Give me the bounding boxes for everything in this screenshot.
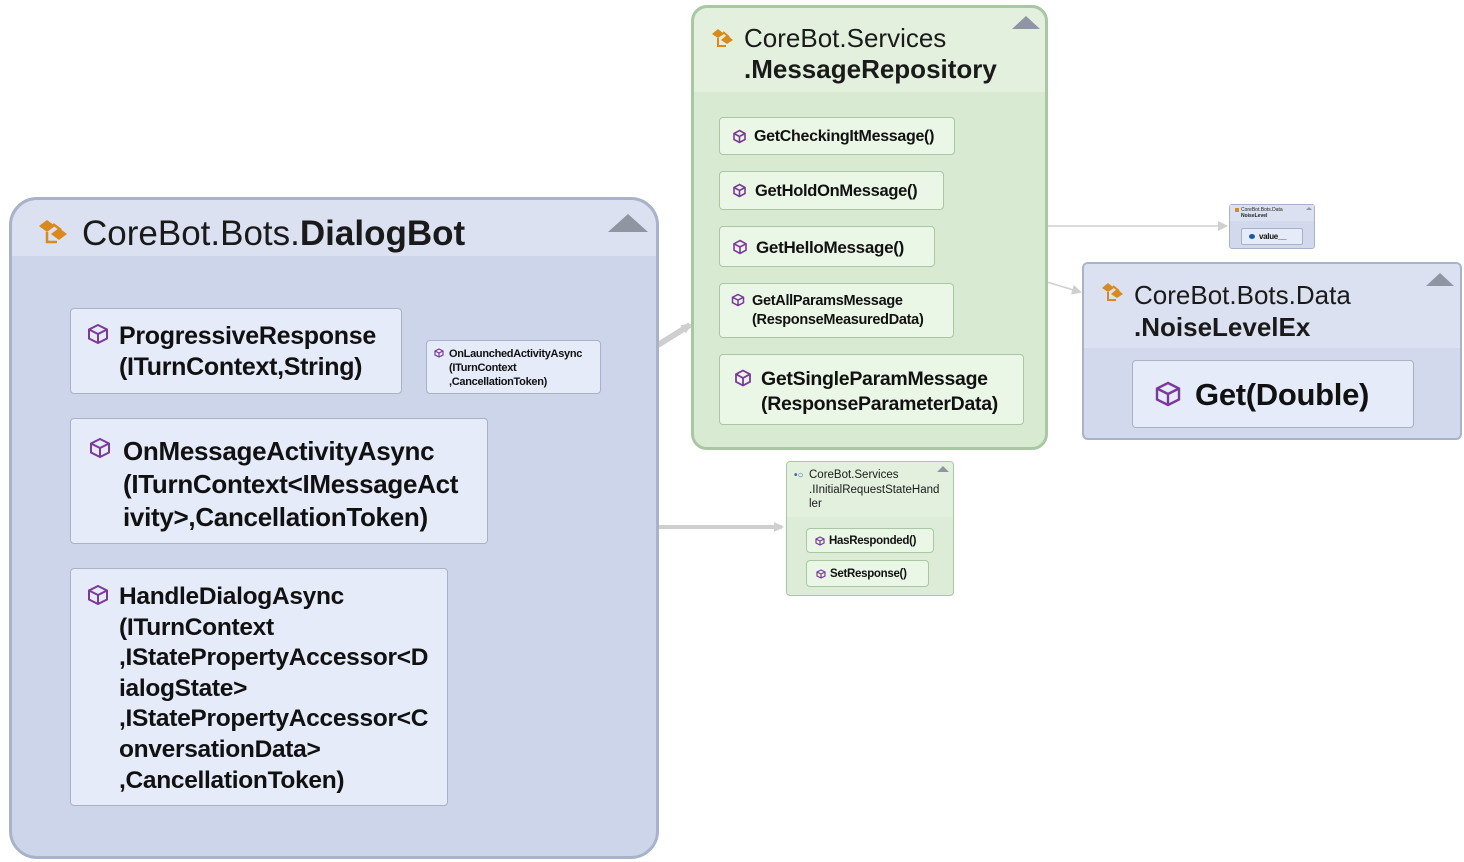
method-setresponse[interactable]: SetResponse() <box>806 560 929 587</box>
method-label: OnMessageActivityAsync (ITurnContext<IMe… <box>123 436 459 532</box>
method-label: HasResponded() <box>829 535 917 547</box>
method-label: SetResponse() <box>830 568 907 580</box>
initialrequesthandler-title: CoreBot.Services .IInitialRequestStateHa… <box>809 468 939 512</box>
arrow-dialogbot-to-messagerepository <box>656 322 692 348</box>
dialogbot-class-box[interactable]: CoreBot.Bots.DialogBot ProgressiveRespon… <box>9 197 659 859</box>
method-icon <box>816 569 826 579</box>
collapse-icon[interactable] <box>1306 207 1312 210</box>
method-getsingleparammessage[interactable]: GetSingleParamMessage (ResponseParameter… <box>719 354 1024 425</box>
method-label: Get(Double) <box>1195 377 1370 412</box>
dialogbot-title: CoreBot.Bots.DialogBot <box>82 214 465 254</box>
noiselevelex-name: .NoiseLevelEx <box>1134 312 1311 342</box>
collapse-icon[interactable] <box>1012 16 1040 29</box>
class-icon <box>1102 283 1123 301</box>
field-value[interactable]: value__ <box>1241 228 1303 245</box>
field-icon <box>1249 234 1255 239</box>
enum-icon <box>1235 208 1239 212</box>
collapse-icon[interactable] <box>1426 273 1454 286</box>
method-label: GetAllParamsMessage (ResponseMeasuredDat… <box>752 293 924 328</box>
arrow-messagerepository-to-noiselevelex <box>1046 281 1082 295</box>
messagerepository-name: .MessageRepository <box>744 54 997 84</box>
method-label: GetHelloMessage() <box>756 238 904 257</box>
class-icon <box>39 220 67 244</box>
method-icon <box>733 183 746 198</box>
messagerepository-title: CoreBot.Services .MessageRepository <box>744 23 997 85</box>
collapse-icon[interactable] <box>937 466 949 472</box>
field-label: value__ <box>1259 232 1287 241</box>
noiselevel-name: NoiseLevel <box>1241 213 1268 219</box>
method-icon <box>1155 381 1181 407</box>
method-icon <box>815 536 825 546</box>
method-icon <box>733 239 747 255</box>
method-progressiveresponse[interactable]: ProgressiveResponse (ITurnContext,String… <box>70 308 402 394</box>
noiselevelex-title: CoreBot.Bots.Data .NoiseLevelEx <box>1134 279 1351 343</box>
method-getallparamsmessage[interactable]: GetAllParamsMessage (ResponseMeasuredDat… <box>719 283 954 338</box>
messagerepository-namespace: CoreBot.Services <box>744 23 947 53</box>
interface-icon: •○ <box>794 470 804 481</box>
method-icon <box>90 437 110 459</box>
noiselevelex-class-box[interactable]: CoreBot.Bots.Data .NoiseLevelEx Get(Doub… <box>1082 262 1462 440</box>
method-label: HandleDialogAsync (ITurnContext ,IStateP… <box>119 583 429 794</box>
method-label: OnLaunchedActivityAsync (ITurnContext ,C… <box>449 348 583 388</box>
method-onmessageactivityasync[interactable]: OnMessageActivityAsync (ITurnContext<IMe… <box>70 418 488 544</box>
method-label: ProgressiveResponse (ITurnContext,String… <box>119 322 376 381</box>
initialrequesthandler-interface-box[interactable]: •○ CoreBot.Services .IInitialRequestStat… <box>786 461 954 596</box>
class-icon <box>712 29 733 47</box>
method-hasresponded[interactable]: HasResponded() <box>806 528 934 553</box>
messagerepository-class-box[interactable]: CoreBot.Services .MessageRepository GetC… <box>691 5 1048 450</box>
initialrequesthandler-name: .IInitialRequestStateHand ler <box>809 483 940 511</box>
method-icon <box>88 584 108 606</box>
initialrequesthandler-namespace: CoreBot.Services <box>809 469 899 481</box>
dialogbot-name: DialogBot <box>299 214 466 253</box>
method-label: GetSingleParamMessage (ResponseParameter… <box>761 368 998 415</box>
method-label: GetCheckingItMessage() <box>754 128 935 145</box>
method-gethellomessage[interactable]: GetHelloMessage() <box>719 226 935 267</box>
method-getholdonmessage[interactable]: GetHoldOnMessage() <box>719 171 944 210</box>
method-get-double[interactable]: Get(Double) <box>1132 360 1414 428</box>
method-icon <box>735 369 751 387</box>
method-handledialogasync[interactable]: HandleDialogAsync (ITurnContext ,IStateP… <box>70 568 448 806</box>
noiselevel-enum-box[interactable]: CoreBot.Bots.Data NoiseLevel value__ <box>1229 204 1315 249</box>
method-getcheckingitmessage[interactable]: GetCheckingItMessage() <box>719 117 955 155</box>
noiselevel-title: CoreBot.Bots.Data NoiseLevel <box>1241 207 1283 219</box>
noiselevelex-namespace: CoreBot.Bots.Data <box>1134 280 1351 310</box>
method-icon <box>733 129 746 144</box>
method-icon <box>434 348 444 358</box>
dialogbot-namespace: CoreBot.Bots. <box>82 214 300 253</box>
method-icon <box>88 323 108 345</box>
method-icon <box>731 293 745 307</box>
method-label: GetHoldOnMessage() <box>755 182 918 200</box>
method-onlaunchedactivityasync[interactable]: OnLaunchedActivityAsync (ITurnContext ,C… <box>426 340 601 394</box>
collapse-icon[interactable] <box>608 214 648 232</box>
